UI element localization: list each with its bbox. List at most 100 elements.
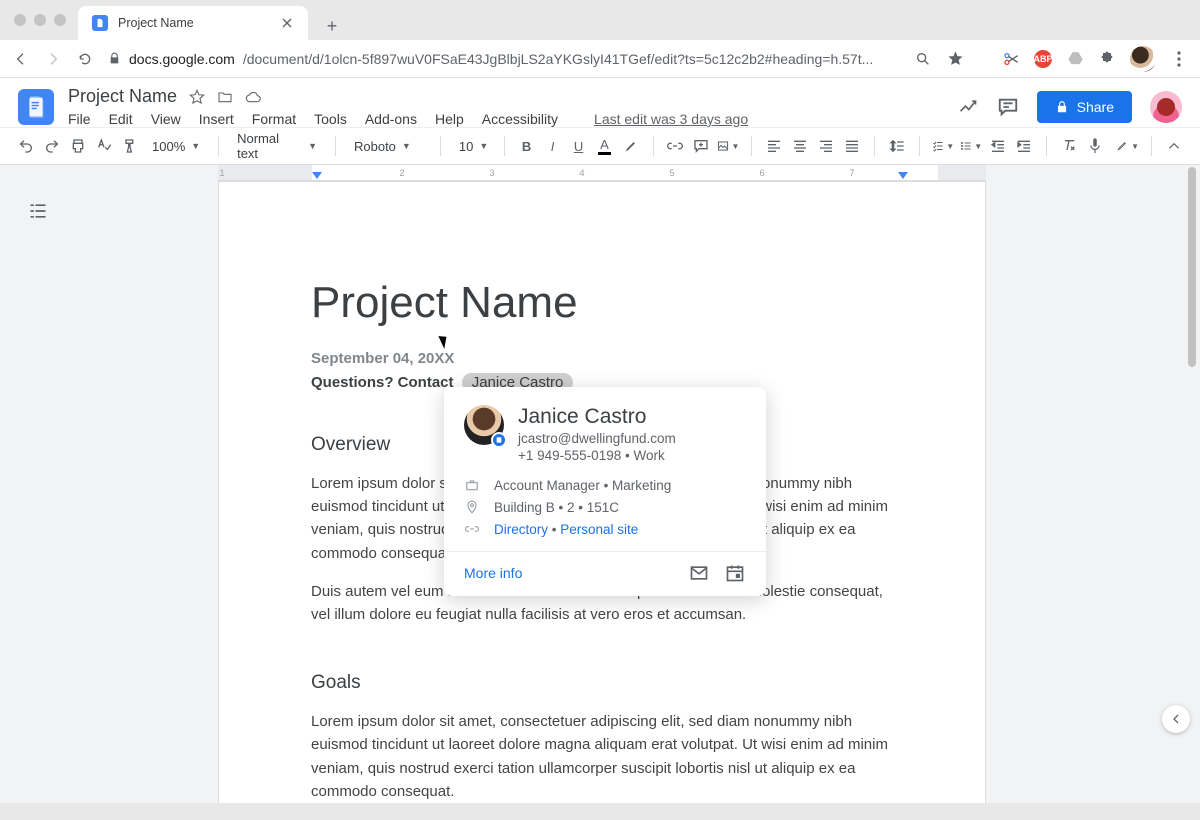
share-button[interactable]: Share [1037, 91, 1132, 123]
spellcheck-icon[interactable] [94, 135, 114, 157]
bullet-list-icon[interactable]: ▼ [960, 135, 982, 157]
docs-logo-icon[interactable] [18, 89, 54, 125]
menu-file[interactable]: File [68, 111, 91, 127]
minimize-window-dot[interactable] [34, 14, 46, 26]
document-title-input[interactable]: Project Name [68, 86, 177, 107]
directory-link[interactable]: Directory [494, 522, 548, 537]
line-spacing-icon[interactable] [887, 135, 907, 157]
undo-icon[interactable] [16, 135, 36, 157]
editing-mode-icon[interactable]: ▼ [1117, 135, 1139, 157]
link-icon [464, 521, 480, 537]
checklist-icon[interactable]: ▼ [932, 135, 954, 157]
menu-edit[interactable]: Edit [109, 111, 133, 127]
menu-view[interactable]: View [151, 111, 181, 127]
scissors-icon[interactable] [1002, 50, 1020, 68]
mouse-cursor-icon [438, 333, 450, 349]
menu-accessibility[interactable]: Accessibility [482, 111, 558, 127]
collapse-toolbar-icon[interactable] [1164, 135, 1184, 157]
browser-tab-active[interactable]: Project Name [78, 6, 308, 40]
back-button[interactable] [12, 50, 30, 68]
vertical-scrollbar[interactable] [1186, 165, 1198, 803]
new-tab-button[interactable]: + [318, 12, 346, 40]
contact-phone: +1 949-555-0198 • Work [518, 448, 676, 463]
menu-format[interactable]: Format [252, 111, 296, 127]
tab-close-icon[interactable] [280, 16, 294, 30]
bold-icon[interactable]: B [517, 135, 537, 157]
chrome-menu-icon[interactable] [1170, 50, 1188, 68]
outdent-icon[interactable] [988, 135, 1008, 157]
insert-link-icon[interactable] [665, 135, 685, 157]
menu-tools[interactable]: Tools [314, 111, 347, 127]
account-avatar[interactable] [1150, 91, 1182, 123]
ruler-tick: 7 [849, 168, 854, 178]
doc-paragraph[interactable]: Lorem ipsum dolor sit amet, consectetuer… [311, 710, 893, 803]
close-window-dot[interactable] [14, 14, 26, 26]
paint-format-icon[interactable] [120, 135, 140, 157]
reload-button[interactable] [76, 50, 94, 68]
doc-title-heading[interactable]: Project Name [311, 278, 893, 328]
personal-site-link[interactable]: Personal site [560, 522, 638, 537]
font-dropdown[interactable]: Roboto▼ [348, 139, 428, 154]
zoom-window-dot[interactable] [54, 14, 66, 26]
activity-trend-icon[interactable] [957, 96, 979, 118]
ruler-indent-right-icon[interactable] [898, 172, 908, 179]
contact-email[interactable]: jcastro@dwellingfund.com [518, 431, 676, 446]
redo-icon[interactable] [42, 135, 62, 157]
menu-insert[interactable]: Insert [199, 111, 234, 127]
cloud-status-icon[interactable] [245, 89, 261, 105]
document-outline-toggle[interactable] [26, 199, 50, 223]
share-label: Share [1077, 99, 1114, 115]
chrome-tabstrip: Project Name + [0, 0, 1200, 40]
insert-image-icon[interactable]: ▼ [717, 135, 739, 157]
star-icon[interactable] [189, 89, 205, 105]
menu-help[interactable]: Help [435, 111, 464, 127]
add-comment-icon[interactable] [691, 135, 711, 157]
ruler-tick: 3 [489, 168, 494, 178]
italic-icon[interactable]: I [543, 135, 563, 157]
align-justify-icon[interactable] [842, 135, 862, 157]
ruler-indent-left-icon[interactable] [312, 172, 322, 179]
voice-typing-icon[interactable] [1085, 135, 1105, 157]
print-icon[interactable] [68, 135, 88, 157]
align-center-icon[interactable] [790, 135, 810, 157]
comments-icon[interactable] [997, 96, 1019, 118]
clear-formatting-icon[interactable] [1059, 135, 1079, 157]
lock-icon [1055, 100, 1069, 114]
send-email-icon[interactable] [688, 562, 710, 584]
ruler-tick: 2 [399, 168, 404, 178]
contact-hover-card: Janice Castro jcastro@dwellingfund.com +… [444, 387, 766, 596]
align-left-icon[interactable] [764, 135, 784, 157]
location-pin-icon [464, 499, 480, 515]
zoom-dropdown[interactable]: 100%▼ [146, 139, 206, 154]
contact-location-row: Building B • 2 • 151C [464, 499, 746, 515]
doc-h2-goals[interactable]: Goals [311, 672, 893, 694]
doc-date-line[interactable]: September 04, 20XX [311, 350, 893, 367]
style-dropdown[interactable]: Normal text▼ [231, 131, 323, 161]
bookmark-star-icon[interactable] [946, 50, 964, 68]
highlight-icon[interactable] [621, 135, 641, 157]
zoom-icon[interactable] [914, 50, 932, 68]
underline-icon[interactable]: U [569, 135, 589, 157]
ruler-tick: 6 [759, 168, 764, 178]
last-edit-link[interactable]: Last edit was 3 days ago [594, 111, 748, 127]
window-controls[interactable] [14, 14, 66, 26]
abp-extension-icon[interactable]: ABP [1034, 50, 1052, 68]
fontsize-dropdown[interactable]: 10▼ [453, 139, 492, 154]
indent-icon[interactable] [1014, 135, 1034, 157]
text-color-icon[interactable]: A [595, 135, 615, 157]
chrome-actions: ABP [914, 46, 1188, 72]
drive-extension-icon[interactable] [1066, 50, 1084, 68]
menu-addons[interactable]: Add-ons [365, 111, 417, 127]
more-info-link[interactable]: More info [464, 565, 522, 581]
chrome-profile-avatar[interactable] [1130, 46, 1156, 72]
move-folder-icon[interactable] [217, 89, 233, 105]
address-bar[interactable]: docs.google.com/document/d/1olcn-5f897wu… [108, 51, 900, 67]
scrollbar-thumb[interactable] [1188, 167, 1196, 367]
align-right-icon[interactable] [816, 135, 836, 157]
schedule-event-icon[interactable] [724, 562, 746, 584]
lock-icon [108, 52, 121, 65]
horizontal-ruler[interactable]: 1 2 3 4 5 6 7 [218, 165, 986, 181]
explore-fab-icon[interactable] [1162, 705, 1190, 733]
extensions-puzzle-icon[interactable] [1098, 50, 1116, 68]
contact-role-row: Account Manager • Marketing [464, 477, 746, 493]
